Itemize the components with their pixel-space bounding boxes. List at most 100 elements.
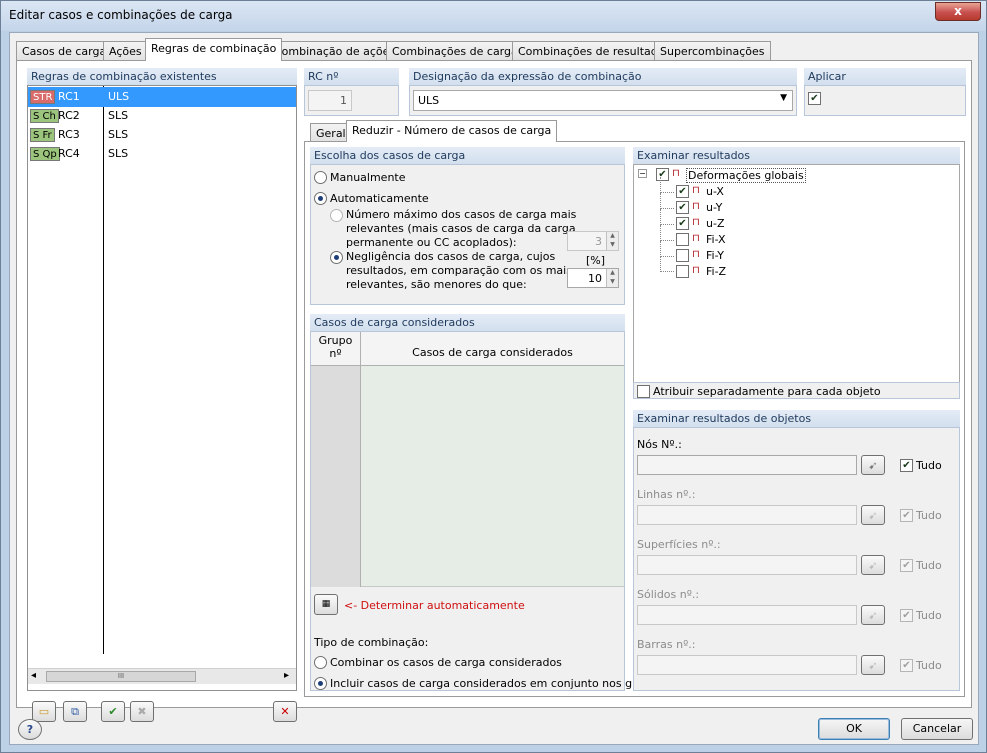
results-tree[interactable]: − ✔ ⊓ Deformações globais ✔ ⊓ u-X ✔ ⊓ u-… xyxy=(633,164,960,383)
root-label[interactable]: Deformações globais xyxy=(686,168,806,183)
all-checkbox[interactable]: ✔ xyxy=(900,659,913,672)
neglect-line-1: Negligência dos casos de carga, cujos xyxy=(346,250,556,263)
objects-box: Nós Nº.: ➹ ✔ Tudo Linhas nº.: ➹ ✔ Tudo Sup… xyxy=(633,427,960,691)
neglect-label: Negligência dos casos de carga, cujos res… xyxy=(346,250,572,292)
spin-up-icon[interactable]: ▲ xyxy=(606,269,618,278)
spin-up-icon[interactable]: ▲ xyxy=(606,232,618,241)
rule-badge: S Qp xyxy=(30,147,60,161)
apply-checkbox[interactable]: ✔ xyxy=(808,92,821,105)
all-checkbox[interactable]: ✔ xyxy=(900,559,913,572)
scroll-right-icon[interactable]: ▸ xyxy=(284,670,289,681)
max-cases-line-3: permanente ou CC acoplados): xyxy=(346,236,517,249)
rule-id: RC3 xyxy=(58,128,80,141)
help-icon: ? xyxy=(26,723,34,736)
result-checkbox[interactable] xyxy=(676,249,689,262)
scrollbar-thumb[interactable]: III xyxy=(46,671,196,682)
tab-combinacoes-de-cargas[interactable]: Combinações de cargas xyxy=(386,41,530,60)
result-checkbox[interactable] xyxy=(676,265,689,278)
object-input[interactable] xyxy=(637,505,857,525)
rule-badge: STR xyxy=(30,90,56,104)
rules-list[interactable]: STR RC1 ULS S Ch RC2 SLS S Fr RC3 SLS S Qp … xyxy=(27,85,297,691)
uncheck-rule-button[interactable]: ✖ xyxy=(130,701,154,722)
select-object-button[interactable]: ➹ xyxy=(861,455,885,475)
cancel-button[interactable]: Cancelar xyxy=(901,718,973,740)
select-object-button[interactable]: ➹ xyxy=(861,655,885,675)
include-groups-label: Incluir casos de carga considerados em c… xyxy=(330,677,664,690)
rule-description: SLS xyxy=(108,147,129,160)
cursor-icon: ➹ xyxy=(868,459,878,472)
object-input[interactable] xyxy=(637,605,857,625)
cases-column-header: Casos de carga considerados xyxy=(361,332,624,366)
subtab-reduzir[interactable]: Reduzir - Número de casos de carga xyxy=(346,120,558,142)
select-object-button[interactable]: ➹ xyxy=(861,605,885,625)
auto-determine-button[interactable]: ▦ xyxy=(314,594,338,615)
group-header-line-1: Grupo xyxy=(318,334,353,347)
include-groups-radio[interactable] xyxy=(314,677,327,690)
rules-list-separator xyxy=(103,86,104,654)
all-checkbox[interactable]: ✔ xyxy=(900,459,913,472)
subtab-page: Escolha dos casos de carga Manualmente A… xyxy=(304,141,965,697)
combine-radio[interactable] xyxy=(314,656,327,669)
collapse-icon[interactable]: − xyxy=(638,169,647,178)
cursor-icon: ➹ xyxy=(868,509,878,522)
tab-acoes[interactable]: Ações xyxy=(103,41,148,60)
copy-rule-button[interactable]: ⧉ xyxy=(63,701,87,722)
select-object-button[interactable]: ➹ xyxy=(861,505,885,525)
object-input[interactable] xyxy=(637,455,857,475)
auto-determine-link[interactable]: <- Determinar automaticamente xyxy=(344,599,525,612)
all-label: Tudo xyxy=(916,559,942,572)
help-button[interactable]: ? xyxy=(18,719,42,740)
rule-row[interactable]: STR RC1 ULS xyxy=(28,87,296,107)
max-cases-radio[interactable] xyxy=(330,209,343,222)
result-checkbox[interactable]: ✔ xyxy=(676,185,689,198)
max-cases-line-1: Número máximo dos casos de carga mais xyxy=(346,208,577,221)
rule-id: RC2 xyxy=(58,109,80,122)
rule-row[interactable]: S Qp RC4 SLS xyxy=(28,144,296,164)
manual-radio[interactable] xyxy=(314,171,327,184)
delete-rule-button[interactable]: ✕ xyxy=(273,701,297,722)
auto-radio[interactable] xyxy=(314,192,327,205)
group-column-header: Grupo nº xyxy=(311,332,361,366)
result-checkbox[interactable] xyxy=(676,233,689,246)
max-cases-value: 3 xyxy=(595,235,602,248)
combine-label: Combinar os casos de carga considerados xyxy=(330,656,562,669)
all-checkbox[interactable]: ✔ xyxy=(900,609,913,622)
tab-casos-de-carga[interactable]: Casos de carga xyxy=(16,41,113,60)
all-label: Tudo xyxy=(916,659,942,672)
tab-regras-de-combinacao[interactable]: Regras de combinação xyxy=(145,38,283,61)
rule-row[interactable]: S Ch RC2 SLS xyxy=(28,106,296,126)
scroll-left-icon[interactable]: ◂ xyxy=(31,670,36,681)
ok-button[interactable]: OK xyxy=(818,718,890,740)
object-input[interactable] xyxy=(637,555,857,575)
tab-supercombinacoes[interactable]: Supercombinações xyxy=(654,41,771,60)
rule-description: ULS xyxy=(108,90,130,103)
max-cases-label: Número máximo dos casos de carga mais rel… xyxy=(346,208,576,250)
neglect-line-3: relevantes, são menores do que: xyxy=(346,278,527,291)
tab-combinacao-de-acoes[interactable]: Combinação de ações xyxy=(268,41,402,60)
new-rule-button[interactable]: ▭ xyxy=(32,701,56,722)
rule-row[interactable]: S Fr RC3 SLS xyxy=(28,125,296,145)
rule-id: RC4 xyxy=(58,147,80,160)
select-object-button[interactable]: ➹ xyxy=(861,555,885,575)
spin-down-icon[interactable]: ▼ xyxy=(606,241,618,250)
horizontal-scrollbar[interactable]: ◂ III ▸ xyxy=(28,668,296,684)
deformation-icon: ⊓ xyxy=(692,249,700,260)
neglect-spin[interactable]: 10 ▲ ▼ xyxy=(567,268,619,288)
object-input[interactable] xyxy=(637,655,857,675)
designation-select[interactable]: ULS ▼ xyxy=(413,90,793,111)
close-button[interactable]: x xyxy=(935,2,981,21)
result-checkbox[interactable]: ✔ xyxy=(676,217,689,230)
neglect-radio[interactable] xyxy=(330,251,343,264)
max-cases-spin[interactable]: 3 ▲ ▼ xyxy=(567,231,619,251)
deformation-icon: ⊓ xyxy=(692,265,700,276)
check-rule-button[interactable]: ✔ xyxy=(101,701,125,722)
all-checkbox[interactable]: ✔ xyxy=(900,509,913,522)
deformation-icon: ⊓ xyxy=(692,233,700,244)
considered-table[interactable]: Grupo nº Casos de carga considerados xyxy=(311,332,624,587)
tab-combinacoes-de-resultados[interactable]: Combinações de resultados xyxy=(512,41,677,60)
separate-checkbox[interactable] xyxy=(637,385,650,398)
spin-down-icon[interactable]: ▼ xyxy=(606,278,618,287)
result-checkbox[interactable]: ✔ xyxy=(676,201,689,214)
rc-number-field[interactable]: 1 xyxy=(308,90,352,111)
result-label: Fi-Z xyxy=(706,265,727,278)
